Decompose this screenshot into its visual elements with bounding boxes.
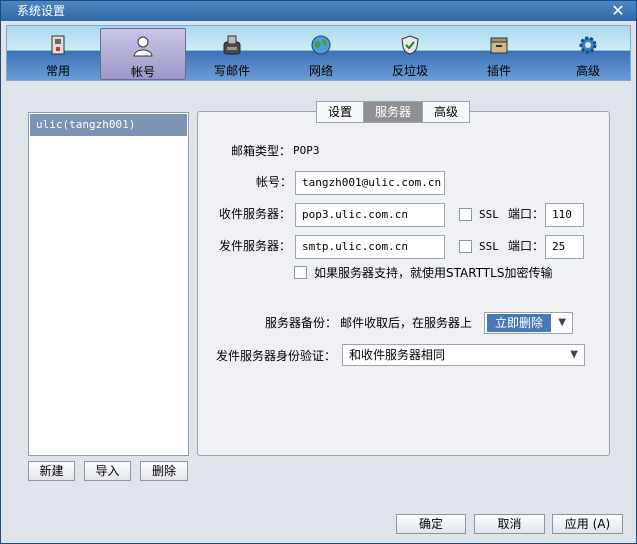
list-item[interactable]: ulic(tangzh001) [30,114,187,136]
settings-window: 系统设置 ✕ 常用 帐号 写邮件 网络 反垃圾 插件 高级 ulic(tangz… [0,0,637,544]
new-account-button[interactable]: 新建 [28,461,75,481]
close-icon[interactable]: ✕ [610,1,626,21]
apply-button[interactable]: 应用 (A) [552,514,623,534]
tab-server[interactable]: 服务器 [364,102,424,122]
plugin-icon [490,37,508,54]
tab-network[interactable]: 网络 [278,28,364,80]
title-bar: 系统设置 ✕ [1,1,636,21]
account-icon [133,36,153,57]
mail-type-value: POP3 [293,144,320,157]
delete-account-button[interactable]: 删除 [140,461,188,481]
incoming-server-label: 收件服务器： [219,207,292,221]
backup-select[interactable]: 立即删除 ▼ [484,312,573,334]
chevron-down-icon: ▼ [558,317,566,328]
auth-selected-value: 和收件服务器相同 [349,348,446,362]
incoming-server-field[interactable]: pop3.ulic.com.cn [295,203,445,227]
chevron-down-icon: ▼ [570,349,578,360]
tab-antispam[interactable]: 反垃圾 [367,28,453,80]
tab-advanced[interactable]: 高级 [545,28,631,80]
tab-advanced-sub[interactable]: 高级 [423,102,469,122]
auth-select[interactable]: 和收件服务器相同 ▼ [342,344,585,366]
mail-type-label: 邮箱类型： [231,144,292,158]
antispam-icon [401,35,419,55]
account-field[interactable]: tangzh001@ulic.com.cn [295,171,445,195]
incoming-port-field[interactable]: 110 [545,203,584,227]
ok-button[interactable]: 确定 [396,514,466,534]
general-icon [51,35,65,55]
incoming-port-label: 端口： [508,207,545,221]
backup-selected-value: 立即删除 [487,314,552,332]
backup-label: 服务器备份： [265,316,338,330]
network-icon [311,35,331,55]
starttls-label: 如果服务器支持，就使用STARTTLS加密传输 [314,266,553,280]
compose-icon [223,35,241,55]
tab-settings[interactable]: 设置 [317,102,365,122]
backup-description: 邮件收取后，在服务器上 [340,316,473,330]
outgoing-server-label: 发件服务器： [219,239,292,253]
advanced-icon [579,36,597,54]
outgoing-ssl-checkbox[interactable] [459,240,472,253]
tab-general[interactable]: 常用 [15,28,101,80]
outgoing-port-label: 端口： [508,239,545,253]
window-title: 系统设置 [17,4,66,18]
tab-account[interactable]: 帐号 [100,28,186,80]
auth-label: 发件服务器身份验证： [216,349,337,363]
sub-tabs: 设置 服务器 高级 [316,101,471,123]
account-label: 帐号： [256,175,293,189]
outgoing-ssl-label: SSL [479,240,499,253]
outgoing-server-field[interactable]: smtp.ulic.com.cn [295,235,445,259]
incoming-ssl-checkbox[interactable] [459,208,472,221]
cancel-button[interactable]: 取消 [474,514,545,534]
tab-compose[interactable]: 写邮件 [189,28,275,80]
outgoing-port-field[interactable]: 25 [545,235,584,259]
account-list[interactable]: ulic(tangzh001) [28,112,189,456]
incoming-ssl-label: SSL [479,208,499,221]
starttls-checkbox[interactable] [294,266,307,279]
import-account-button[interactable]: 导入 [84,461,131,481]
tab-plugins[interactable]: 插件 [456,28,542,80]
category-toolbar: 常用 帐号 写邮件 网络 反垃圾 插件 高级 [6,25,631,81]
